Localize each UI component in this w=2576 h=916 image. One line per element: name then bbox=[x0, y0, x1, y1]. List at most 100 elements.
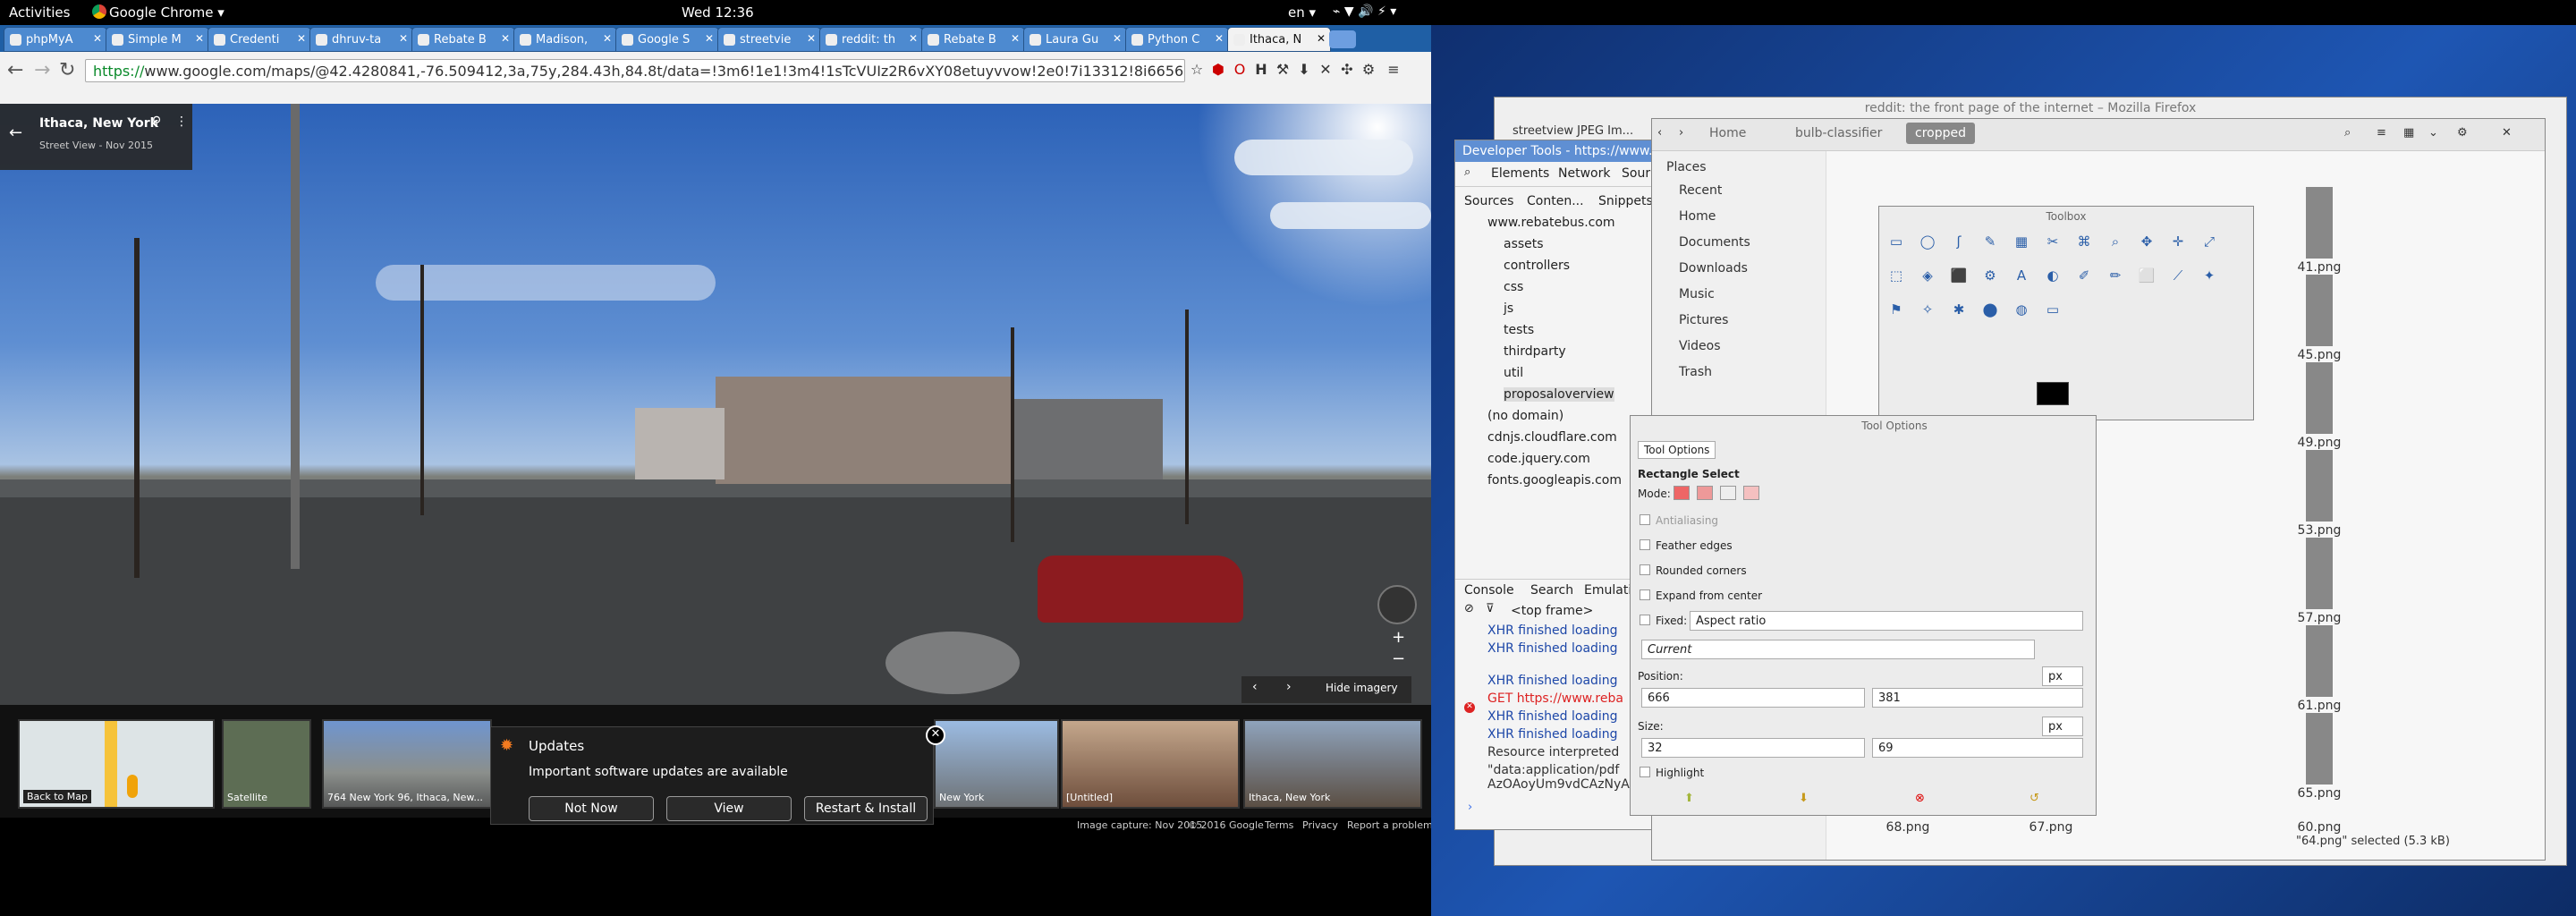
tab-network[interactable]: Network bbox=[1558, 166, 1610, 181]
feather-edges-checkbox[interactable]: Feather edges bbox=[1640, 539, 1733, 552]
subtab-sources[interactable]: Sources bbox=[1464, 194, 1513, 208]
mode-add-icon[interactable] bbox=[1697, 486, 1713, 500]
clear-icon[interactable]: ⊘ bbox=[1464, 602, 1474, 615]
back-arrow-icon[interactable]: ← bbox=[9, 123, 22, 142]
footer-report[interactable]: Report a problem bbox=[1347, 819, 1433, 831]
pin-icon[interactable]: ⚲ bbox=[152, 114, 161, 129]
filter-icon[interactable]: ⊽ bbox=[1486, 602, 1495, 615]
gimp-tool-icon[interactable]: ▭ bbox=[2043, 301, 2063, 321]
browser-tab[interactable]: Rebate B ✕ bbox=[411, 27, 515, 52]
source-tree-item[interactable]: assets bbox=[1504, 237, 1544, 251]
close-tab-icon[interactable]: ✕ bbox=[1317, 32, 1326, 45]
gimp-tool-icon[interactable]: ◈ bbox=[1918, 267, 1937, 287]
tab-search[interactable]: Search bbox=[1530, 583, 1573, 598]
gimp-tool-icon[interactable]: ✐ bbox=[2074, 267, 2094, 287]
source-tree-item[interactable]: js bbox=[1504, 301, 1513, 316]
gimp-tool-icon[interactable]: ⬚ bbox=[1886, 267, 1906, 287]
prev-icon[interactable]: ‹ bbox=[1252, 680, 1258, 694]
source-tree-item[interactable]: controllers bbox=[1504, 259, 1570, 273]
close-tab-icon[interactable]: ✕ bbox=[1215, 32, 1224, 45]
place-documents[interactable]: Documents bbox=[1679, 235, 1750, 250]
back-icon[interactable]: ‹ bbox=[1657, 126, 1662, 140]
close-tab-icon[interactable]: ✕ bbox=[1113, 32, 1122, 45]
new-tab-button[interactable] bbox=[1329, 30, 1356, 48]
footer-privacy[interactable]: Privacy bbox=[1302, 819, 1338, 831]
mode-replace-icon[interactable] bbox=[1674, 486, 1690, 500]
cross-icon[interactable]: ✕ bbox=[1317, 61, 1335, 79]
view-options-icon[interactable]: ⌄ bbox=[2428, 126, 2438, 140]
zoom-in-icon[interactable]: + bbox=[1392, 628, 1405, 647]
source-tree-item[interactable]: fonts.googleapis.com bbox=[1487, 473, 1622, 488]
compass[interactable] bbox=[1377, 585, 1417, 624]
close-tab-icon[interactable]: ✕ bbox=[807, 32, 816, 45]
forward-icon[interactable]: › bbox=[1679, 126, 1683, 140]
place-videos[interactable]: Videos bbox=[1679, 339, 1721, 353]
app-menu[interactable]: Google Chrome ▾ bbox=[109, 4, 225, 21]
gimp-tool-icon[interactable]: ⬤ bbox=[1980, 301, 2000, 321]
browser-tab[interactable]: phpMyA ✕ bbox=[4, 27, 107, 52]
gear-icon[interactable]: ⚙ bbox=[2457, 126, 2468, 140]
position-y-field[interactable]: 381 bbox=[1872, 688, 2083, 708]
antialiasing-checkbox[interactable]: Antialiasing bbox=[1640, 514, 1718, 527]
source-tree-item[interactable]: cdnjs.cloudflare.com bbox=[1487, 430, 1617, 445]
gimp-tool-icon[interactable]: ✧ bbox=[1918, 301, 1937, 321]
delete-icon[interactable]: ⊗ bbox=[1915, 792, 1925, 805]
mode-subtract-icon[interactable] bbox=[1720, 486, 1736, 500]
close-tab-icon[interactable]: ✕ bbox=[501, 32, 510, 45]
gimp-tool-icon[interactable]: ⬛ bbox=[1949, 267, 1969, 287]
browser-tab[interactable]: Credenti ✕ bbox=[208, 27, 311, 52]
file-item[interactable]: 67.png bbox=[2024, 820, 2078, 835]
firefox-tab[interactable]: streetview JPEG Im... bbox=[1513, 124, 1633, 138]
gimp-tool-icon[interactable]: ⚙ bbox=[1980, 267, 2000, 287]
back-to-map[interactable]: Back to Map bbox=[23, 790, 91, 803]
star-icon[interactable]: ☆ bbox=[1188, 61, 1206, 79]
opera-icon[interactable]: O bbox=[1231, 61, 1249, 79]
place-pictures[interactable]: Pictures bbox=[1679, 313, 1728, 327]
gimp-tool-icon[interactable]: ▭ bbox=[1886, 233, 1906, 253]
list-view-icon[interactable]: ≡ bbox=[2377, 126, 2386, 140]
rounded-corners-checkbox[interactable]: Rounded corners bbox=[1640, 564, 1747, 577]
gimp-tool-icon[interactable]: ▦ bbox=[2012, 233, 2031, 253]
reset-icon[interactable]: ↺ bbox=[2029, 792, 2039, 805]
clock[interactable]: Wed 12:36 bbox=[682, 4, 754, 21]
subtab-snippets[interactable]: Snippets bbox=[1598, 194, 1653, 208]
fixed-checkbox[interactable]: Fixed: bbox=[1640, 615, 1687, 627]
gimp-tool-icon[interactable]: ◍ bbox=[2012, 301, 2031, 321]
gimp-tool-icon[interactable]: ◯ bbox=[1918, 233, 1937, 253]
close-tab-icon[interactable]: ✕ bbox=[705, 32, 714, 45]
street-view-arrow[interactable] bbox=[886, 632, 1020, 694]
frame-select[interactable]: <top frame> bbox=[1511, 604, 1593, 618]
browser-tab[interactable]: Madison, ✕ bbox=[513, 27, 617, 52]
gimp-tool-icon[interactable]: ✦ bbox=[2199, 267, 2219, 287]
browser-tab[interactable]: Ithaca, N ✕ bbox=[1227, 27, 1331, 52]
gimp-tool-icon[interactable]: A bbox=[2012, 267, 2031, 287]
extension-icon[interactable]: ✣ bbox=[1338, 61, 1356, 79]
view-button[interactable]: View bbox=[666, 796, 792, 821]
source-tree-item[interactable]: util bbox=[1504, 366, 1523, 380]
browser-tab[interactable]: Simple M ✕ bbox=[106, 27, 209, 52]
close-tab-icon[interactable]: ✕ bbox=[399, 32, 408, 45]
gimp-tool-icon[interactable]: ✛ bbox=[2168, 233, 2188, 253]
source-tree-item[interactable]: thirdparty bbox=[1504, 344, 1566, 359]
browser-tab[interactable]: dhruv-ta ✕ bbox=[309, 27, 413, 52]
close-icon[interactable]: ✕ bbox=[926, 725, 945, 745]
tab-sources[interactable]: Sour bbox=[1622, 166, 1650, 181]
zoom-out-icon[interactable]: − bbox=[1392, 649, 1405, 668]
file-item[interactable]: 61.png bbox=[2292, 625, 2346, 713]
download-icon[interactable]: ⬇ bbox=[1295, 61, 1313, 79]
tab-elements[interactable]: Elements bbox=[1491, 166, 1549, 181]
gimp-tool-icon[interactable]: ⌘ bbox=[2074, 233, 2094, 253]
address-bar[interactable]: https://www.google.com/maps/@42.4280841,… bbox=[85, 59, 1185, 82]
mode-intersect-icon[interactable] bbox=[1743, 486, 1759, 500]
file-item[interactable]: 41.png bbox=[2292, 187, 2346, 275]
search-icon[interactable]: ⌕ bbox=[2344, 126, 2351, 140]
close-tab-icon[interactable]: ✕ bbox=[297, 32, 306, 45]
language-indicator[interactable]: en ▾ bbox=[1288, 4, 1316, 21]
path-bulb[interactable]: bulb-classifier bbox=[1795, 126, 1882, 140]
next-icon[interactable]: › bbox=[1286, 680, 1292, 694]
size-w-field[interactable]: 32 bbox=[1641, 738, 1865, 758]
source-tree-item[interactable]: proposaloverview bbox=[1504, 387, 1614, 402]
grid-view-icon[interactable]: ▦ bbox=[2403, 126, 2414, 140]
extension-red-icon[interactable]: ⬢ bbox=[1209, 61, 1227, 79]
path-home[interactable]: Home bbox=[1709, 126, 1746, 140]
